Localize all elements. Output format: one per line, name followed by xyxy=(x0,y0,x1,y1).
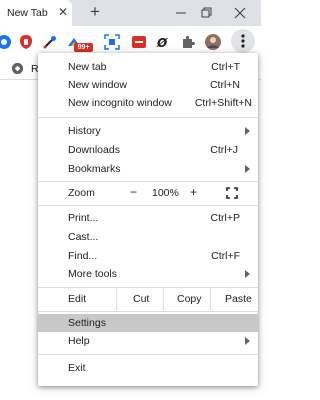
menu-item-new-tab[interactable]: New tab Ctrl+T xyxy=(38,58,258,76)
tab-strip: New Tab ✕ + xyxy=(0,0,261,26)
menu-separator xyxy=(38,311,258,312)
menu-item-new-window[interactable]: New window Ctrl+N xyxy=(38,76,258,94)
red-shield-ext-icon[interactable] xyxy=(18,34,34,50)
menu-item-new-incognito-window[interactable]: New incognito window Ctrl+Shift+N xyxy=(38,94,258,112)
chrome-menu: New tab Ctrl+T New window Ctrl+N New inc… xyxy=(38,53,258,386)
submenu-arrow-icon xyxy=(245,127,250,135)
cut-button[interactable]: Cut xyxy=(116,288,163,310)
paste-button[interactable]: Paste xyxy=(210,288,258,310)
menu-item-history[interactable]: History xyxy=(38,122,258,140)
zoom-in-button[interactable]: + xyxy=(190,185,197,199)
menu-item-help[interactable]: Help xyxy=(38,332,258,350)
menu-item-settings[interactable]: Settings xyxy=(38,314,258,332)
tab-title: New Tab xyxy=(7,7,48,19)
new-tab-button[interactable]: + xyxy=(86,2,104,22)
copy-button[interactable]: Copy xyxy=(163,288,210,310)
bookmark-site-icon[interactable] xyxy=(11,62,24,75)
menu-separator xyxy=(38,117,258,118)
minimize-icon[interactable] xyxy=(173,5,189,21)
menu-item-print[interactable]: Print... Ctrl+P xyxy=(38,209,258,227)
restore-icon[interactable] xyxy=(198,5,214,21)
menu-separator xyxy=(38,205,258,206)
menu-separator xyxy=(38,354,258,355)
submenu-arrow-icon xyxy=(245,337,250,345)
svg-text:Ø: Ø xyxy=(156,36,168,50)
submenu-arrow-icon xyxy=(245,270,250,278)
tab-close-icon[interactable]: ✕ xyxy=(57,6,69,19)
zoom-out-button[interactable]: − xyxy=(130,185,137,199)
edit-row: Edit Cut Copy Paste xyxy=(38,288,258,310)
qr-scan-ext-icon[interactable] xyxy=(104,34,120,50)
notification-badge: 99+ xyxy=(74,43,93,52)
blue-circle-ext-icon[interactable] xyxy=(0,34,12,50)
puzzle-icon[interactable] xyxy=(180,34,196,50)
zoom-row: Zoom − 100% + xyxy=(38,182,258,204)
menu-item-cast[interactable]: Cast... xyxy=(38,228,258,246)
menu-item-bookmarks[interactable]: Bookmarks xyxy=(38,160,258,178)
edit-label: Edit xyxy=(68,293,87,305)
menu-item-more-tools[interactable]: More tools xyxy=(38,265,258,283)
menu-item-exit[interactable]: Exit xyxy=(38,359,258,377)
zoom-value: 100% xyxy=(152,187,179,199)
avatar[interactable] xyxy=(205,34,221,50)
menu-item-downloads[interactable]: Downloads Ctrl+J xyxy=(38,141,258,159)
menu-item-find[interactable]: Find... Ctrl+F xyxy=(38,247,258,265)
close-icon[interactable] xyxy=(232,5,248,21)
kebab-menu-button[interactable] xyxy=(231,29,255,53)
tab-new-tab[interactable]: New Tab ✕ xyxy=(0,0,72,26)
fullscreen-icon[interactable] xyxy=(226,187,238,199)
red-box-ext-icon[interactable] xyxy=(131,34,147,50)
kebab-menu-icon xyxy=(241,34,245,48)
zoom-label: Zoom xyxy=(68,187,95,199)
link-ext-icon[interactable]: Ø xyxy=(155,34,171,50)
eyedropper-ext-icon[interactable] xyxy=(42,34,58,50)
submenu-arrow-icon xyxy=(245,165,250,173)
